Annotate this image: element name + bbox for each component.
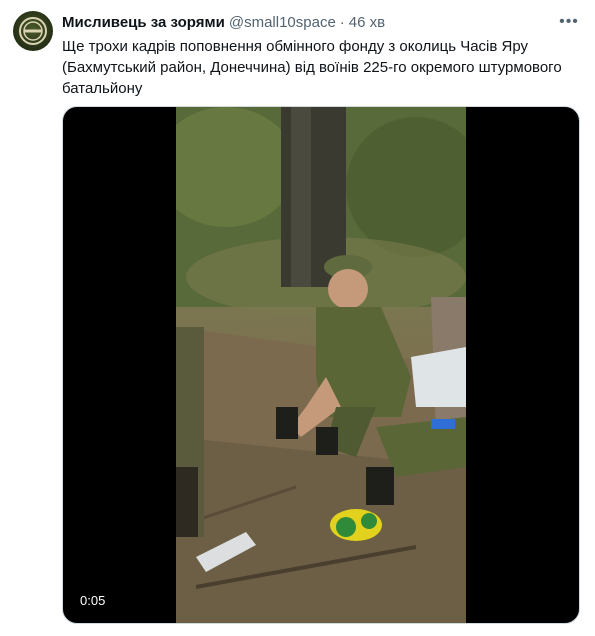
author-name[interactable]: Мисливець за зорями [62, 13, 225, 33]
tweet-text: Ще трохи кадрів поповнення обмінного фон… [62, 38, 562, 97]
more-horizontal-icon: ••• [559, 13, 579, 30]
video-frame[interactable] [176, 107, 466, 623]
video-player[interactable]: 0:05 [62, 106, 580, 624]
tweet-header: Мисливець за зорями @small10space · 46 х… [62, 13, 385, 33]
more-options-button[interactable]: ••• [557, 12, 581, 32]
separator-dot: · [339, 14, 345, 31]
tweet-card[interactable]: Мисливець за зорями @small10space · 46 х… [0, 0, 595, 636]
video-still-image [176, 107, 466, 623]
video-duration-badge: 0:05 [75, 591, 111, 611]
author-handle[interactable]: @small10space [229, 13, 336, 33]
avatar[interactable] [13, 11, 53, 51]
tweet-timestamp[interactable]: 46 хв [349, 13, 385, 33]
avatar-emblem-icon [19, 17, 47, 45]
